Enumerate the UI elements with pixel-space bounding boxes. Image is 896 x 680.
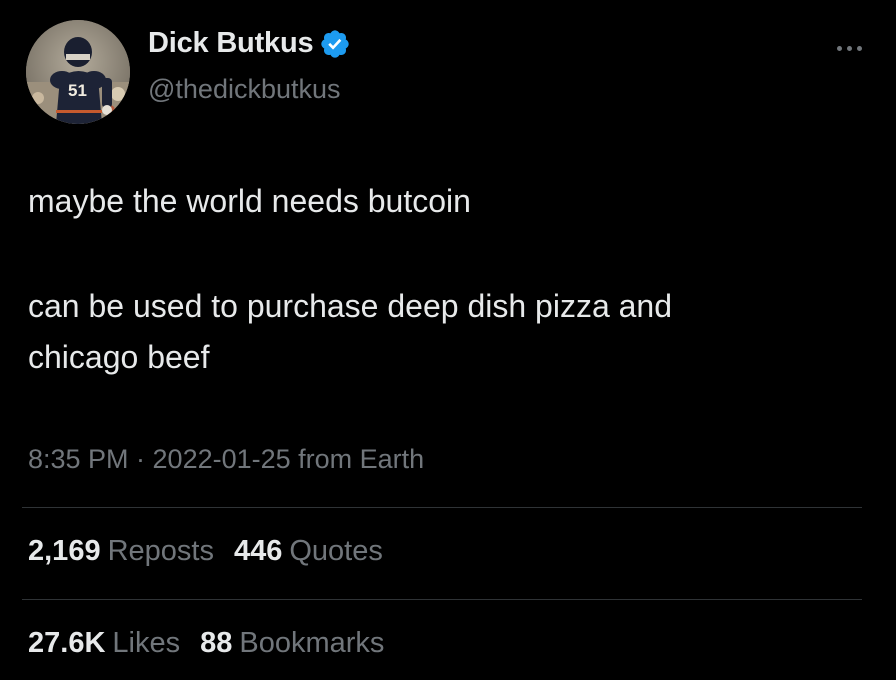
dot (846, 45, 852, 51)
tweet-text-line: can be used to purchase deep dish pizza … (28, 288, 673, 324)
likes-label: Likes (112, 627, 181, 659)
quotes-label: Quotes (289, 535, 383, 567)
engagement-stats-row: 27.6K Likes 88 Bookmarks (28, 627, 384, 660)
tweet-text-line: chicago beef (28, 339, 210, 375)
player-photo-avatar: 51 (26, 20, 130, 124)
likes-stat[interactable]: 27.6K Likes (28, 627, 180, 660)
tweet-timestamp[interactable]: 8:35 PM · 2022-01-25 from Earth (28, 444, 424, 475)
divider (22, 599, 862, 600)
display-name[interactable]: Dick Butkus (148, 27, 314, 60)
bookmarks-label: Bookmarks (239, 627, 385, 659)
verified-badge-icon[interactable] (319, 28, 351, 60)
reposts-label: Reposts (107, 535, 214, 567)
dot (856, 45, 862, 51)
reposts-count: 2,169 (28, 535, 101, 567)
bookmarks-count: 88 (200, 627, 233, 659)
svg-text:51: 51 (68, 81, 87, 100)
bookmarks-stat[interactable]: 88 Bookmarks (200, 627, 384, 660)
reposts-stat[interactable]: 2,169 Reposts (28, 535, 214, 568)
avatar[interactable]: 51 (26, 20, 130, 124)
quotes-count: 446 (233, 535, 283, 567)
author-name-row: Dick Butkus (148, 27, 351, 60)
engagement-stats-row: 2,169 Reposts 446 Quotes (28, 535, 383, 568)
author-handle[interactable]: @thedickbutkus (148, 74, 341, 105)
tweet-detail: 51 Dick Butkus @thedickbutkus maybe the … (0, 0, 896, 680)
tweet-text-line: maybe the world needs butcoin (28, 183, 471, 219)
more-options-icon[interactable] (832, 38, 866, 58)
dot (836, 45, 842, 51)
divider (22, 507, 862, 508)
likes-count: 27.6K (28, 627, 106, 659)
quotes-stat[interactable]: 446 Quotes (234, 535, 383, 568)
